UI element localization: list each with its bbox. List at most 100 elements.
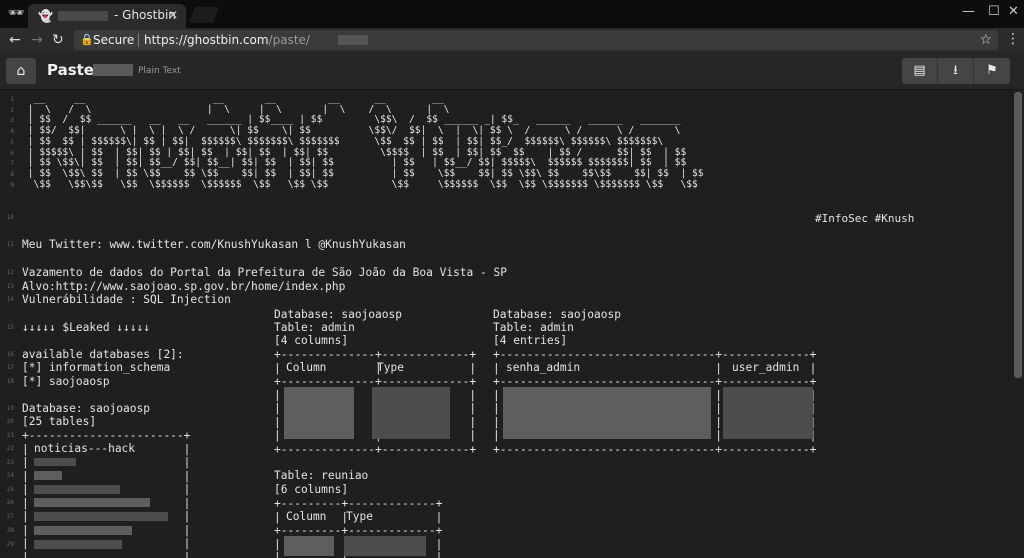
line-number: 19	[6, 405, 14, 412]
line-number: 28	[6, 527, 14, 534]
vuln-line: Vulnerábilidade : SQL Injection	[22, 293, 231, 306]
line-number: 12	[6, 269, 14, 276]
flag-icon: ⚑	[986, 63, 998, 78]
paste-header: ⌂ Paste Plain Text ▤ ⭳ ⚑	[0, 52, 1024, 90]
close-window-icon[interactable]: ✕	[1008, 4, 1019, 19]
toolbar: ← → ↻ 🔒 Secure https://ghostbin.com/past…	[0, 28, 1024, 52]
admin-table-label: Table: admin	[274, 321, 355, 334]
blurred-cell	[34, 458, 76, 466]
line-number: 4	[10, 128, 14, 136]
tables-count: [25 tables]	[22, 415, 97, 428]
line-number: 13	[6, 283, 14, 290]
target-line: Alvo:http://www.saojoao.sp.gov.br/home/i…	[22, 280, 346, 293]
reuniao-header-type: Type	[346, 510, 373, 523]
line-number: 25	[6, 486, 14, 493]
reuniao-table-label: Table: reuniao	[274, 469, 369, 482]
new-tab-button[interactable]	[189, 7, 219, 23]
line-number: 7	[10, 160, 14, 168]
line-number: 8	[10, 170, 14, 178]
reuniao-columns-count: [6 columns]	[274, 483, 349, 496]
blurred-types	[372, 387, 450, 439]
blurred-cell	[34, 512, 168, 521]
blurred-paste-name	[93, 64, 133, 76]
table-first: noticias---hack	[34, 442, 136, 455]
line-number: 14	[6, 296, 14, 303]
blurred-cell	[34, 526, 132, 535]
tab-strip: 🕶 👻 - Ghostbin ✕ — ☐ ✕	[0, 0, 1024, 28]
home-button[interactable]: ⌂	[6, 58, 36, 84]
line-number: 1	[10, 96, 14, 103]
ascii-banner: __ __ __ __ __ __ __ | \ / \ | \ | \ | \…	[27, 93, 704, 190]
entries-count: [4 entries]	[493, 334, 568, 347]
line-number: 18	[6, 378, 14, 385]
back-arrow-icon[interactable]: ←	[9, 31, 21, 49]
reload-icon[interactable]: ↻	[52, 31, 64, 49]
db-item-2: [*] saojoaosp	[22, 375, 110, 388]
star-icon[interactable]: ☆	[979, 32, 992, 48]
secure-label: Secure	[93, 33, 135, 47]
admin-db-label: Database: saojoaosp	[274, 308, 402, 321]
separator	[138, 33, 139, 47]
scrollbar[interactable]	[1012, 90, 1024, 558]
line-number: 21	[6, 432, 14, 439]
blurred-types	[344, 536, 426, 556]
line-number: 27	[6, 513, 14, 520]
minimize-icon[interactable]: —	[962, 4, 975, 19]
lock-icon: 🔒	[80, 33, 94, 46]
entries-header-user: user_admin	[732, 361, 800, 374]
database-label: Database: saojoaosp	[22, 402, 150, 415]
line-number: 23	[6, 459, 14, 466]
incognito-icon: 🕶	[7, 6, 25, 21]
raw-button[interactable]: ▤	[902, 58, 938, 84]
home-icon: ⌂	[16, 63, 26, 79]
entries-table-label: Table: admin	[493, 321, 574, 334]
paste-content: 1 2 3 4 5 6 7 8 9 10 11 12 13 14 15 16 17 18 19 20 21 22 23 24 2…	[0, 90, 1012, 558]
reuniao-header-column: Column	[286, 510, 327, 523]
blurred-cell	[34, 471, 62, 480]
download-button[interactable]: ⭳	[938, 58, 974, 84]
close-icon[interactable]: ✕	[168, 8, 178, 22]
line-number: 11	[6, 241, 14, 248]
line-number: 17	[6, 364, 14, 371]
browser-tab[interactable]: 👻 - Ghostbin ✕	[28, 4, 186, 28]
paste-actions: ▤ ⭳ ⚑	[902, 58, 1010, 84]
line-number: 16	[6, 351, 14, 358]
line-number: 15	[6, 324, 14, 331]
line-number: 24	[6, 472, 14, 479]
line-number: 3	[10, 117, 14, 125]
scrollbar-thumb[interactable]	[1014, 92, 1022, 378]
blurred-columns	[284, 536, 334, 556]
download-icon: ⭳	[953, 63, 958, 78]
line-number: 5	[10, 138, 14, 146]
line-number: 29	[6, 541, 14, 548]
url-text: https://ghostbin.com/paste/	[144, 33, 310, 47]
line-number: 26	[6, 499, 14, 506]
ghost-favicon-icon: 👻	[38, 9, 53, 23]
col-header-column: Column	[286, 361, 327, 374]
hashtags: #InfoSec #Knush	[815, 212, 915, 225]
blurred-passwords	[503, 387, 711, 439]
entries-db-label: Database: saojoaosp	[493, 308, 621, 321]
db-item-1: [*] information_schema	[22, 361, 171, 374]
leaked-line: ↓↓↓↓↓ $Leaked ↓↓↓↓↓	[22, 321, 150, 334]
document-icon: ▤	[913, 63, 926, 78]
line-number: 2	[10, 106, 14, 114]
twitter-line: Meu Twitter: www.twitter.com/KnushYukasa…	[22, 238, 406, 251]
kebab-menu-icon[interactable]: ⋮	[1006, 31, 1020, 47]
leak-title: Vazamento de dados do Portal da Prefeitu…	[22, 266, 507, 279]
blurred-paste-id	[338, 35, 368, 45]
available-dbs: available databases [2]:	[22, 348, 184, 361]
line-number: 10	[6, 214, 14, 221]
maximize-icon[interactable]: ☐	[988, 4, 1000, 19]
line-number: 9	[10, 181, 14, 189]
line-number-gutter: 1 2 3 4 5 6 7 8 9 10 11 12 13 14 15 16 17 18 19 20 21 22 23 24 2…	[0, 90, 16, 558]
blurred-cell	[34, 540, 122, 549]
address-bar[interactable]: 🔒 Secure https://ghostbin.com/paste/ ☆	[74, 30, 998, 50]
forward-arrow-icon[interactable]: →	[31, 31, 43, 49]
line-number: 6	[10, 149, 14, 157]
report-button[interactable]: ⚑	[974, 58, 1010, 84]
tab-title: - Ghostbin	[114, 8, 176, 22]
entries-header-senha: senha_admin	[506, 361, 581, 374]
page-title: Paste	[47, 61, 94, 79]
blurred-cell	[34, 485, 120, 494]
